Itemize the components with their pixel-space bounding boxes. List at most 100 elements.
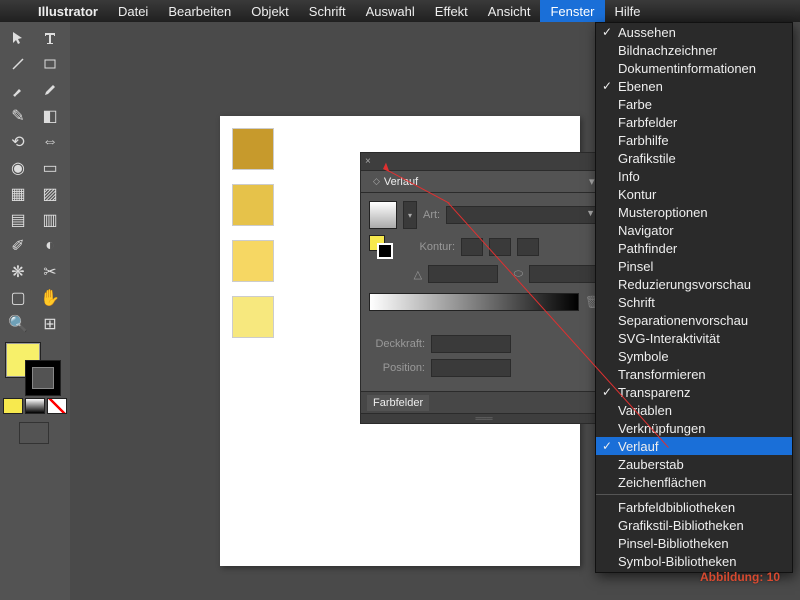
gradient-aspect-input[interactable] [529, 265, 599, 283]
farbfelder-tab[interactable]: Farbfelder [367, 395, 429, 411]
fill-stroke-swatch[interactable] [3, 342, 67, 396]
menu-item-farbe[interactable]: Farbe [596, 95, 792, 113]
menu-hilfe[interactable]: Hilfe [605, 0, 651, 22]
menu-item-farbfeldbibliotheken[interactable]: Farbfeldbibliotheken [596, 498, 792, 516]
zoom-tool[interactable]: 🔍 [3, 312, 33, 336]
sample-swatch-1 [232, 128, 274, 170]
blend-tool[interactable]: ◐ [35, 234, 65, 258]
verlauf-tab[interactable]: ◇Verlauf [367, 174, 424, 190]
panel-fill-stroke[interactable] [369, 235, 393, 259]
stroke-swatch[interactable] [25, 360, 61, 396]
chip-color[interactable] [3, 398, 23, 414]
menu-item-kontur[interactable]: Kontur [596, 185, 792, 203]
eyedropper-tool[interactable]: ✐ [3, 234, 33, 258]
menu-item-bildnachzeichner[interactable]: Bildnachzeichner [596, 41, 792, 59]
menu-item-symbole[interactable]: Symbole [596, 347, 792, 365]
menu-item-variablen[interactable]: Variablen [596, 401, 792, 419]
panel-collapse-icon[interactable]: × [365, 156, 371, 167]
menu-item-zauberstab[interactable]: Zauberstab [596, 455, 792, 473]
symbol-sprayer-tool[interactable]: ❋ [3, 260, 33, 284]
blob-brush-tool[interactable]: ✎ [3, 104, 33, 128]
menu-item-schrift[interactable]: Schrift [596, 293, 792, 311]
panel-header[interactable]: × « [361, 153, 607, 171]
mesh-tool[interactable]: ▨ [35, 182, 65, 206]
menu-item-musteroptionen[interactable]: Musteroptionen [596, 203, 792, 221]
menu-item-grafikstile[interactable]: Grafikstile [596, 149, 792, 167]
menu-item-pinsel-bibliotheken[interactable]: Pinsel-Bibliotheken [596, 534, 792, 552]
column-graph-tool[interactable]: ▥ [35, 208, 65, 232]
kontur-label: Kontur: [399, 241, 455, 253]
width-tool[interactable]: ⇔ [35, 130, 65, 154]
gradient-angle-input[interactable] [428, 265, 498, 283]
angle-icon: △ [369, 268, 422, 281]
panel-resize-grip[interactable]: ═══ [361, 413, 607, 423]
rectangle-tool[interactable] [35, 52, 65, 76]
position-label: Position: [369, 362, 425, 374]
menu-item-info[interactable]: Info [596, 167, 792, 185]
fenster-dropdown: AussehenBildnachzeichnerDokumentinformat… [595, 22, 793, 573]
slice-tool[interactable]: ✂ [35, 260, 65, 284]
color-mode-chips [3, 398, 67, 414]
art-label: Art: [423, 209, 440, 221]
artboard-tool[interactable]: ▢ [3, 286, 33, 310]
screen-mode-button[interactable] [19, 422, 49, 444]
opacity-input[interactable] [431, 335, 511, 353]
menu-item-zeichenfl-chen[interactable]: Zeichenflächen [596, 473, 792, 491]
shape-builder-tool[interactable]: ◉ [3, 156, 33, 180]
pencil-tool[interactable] [35, 78, 65, 102]
stroke-align-1[interactable] [461, 238, 483, 256]
perspective-tool[interactable]: ▦ [3, 182, 33, 206]
menu-datei[interactable]: Datei [108, 0, 158, 22]
menu-item-reduzierungsvorschau[interactable]: Reduzierungsvorschau [596, 275, 792, 293]
gradient-tool[interactable]: ▤ [3, 208, 33, 232]
menu-fenster[interactable]: Fenster [540, 0, 604, 22]
menu-item-separationenvorschau[interactable]: Separationenvorschau [596, 311, 792, 329]
menu-item-pinsel[interactable]: Pinsel [596, 257, 792, 275]
type-tool[interactable] [35, 26, 65, 50]
farbfelder-tab-label: Farbfelder [373, 397, 423, 409]
menu-item-ebenen[interactable]: Ebenen [596, 77, 792, 95]
gradient-preview[interactable] [369, 201, 397, 229]
chip-gradient[interactable] [25, 398, 45, 414]
menu-item-svg-interaktivit-t[interactable]: SVG-Interaktivität [596, 329, 792, 347]
position-input[interactable] [431, 359, 511, 377]
gradient-ramp[interactable] [369, 293, 579, 311]
menu-item-farbfelder[interactable]: Farbfelder [596, 113, 792, 131]
menu-bearbeiten[interactable]: Bearbeiten [158, 0, 241, 22]
rotate-tool[interactable]: ⟲ [3, 130, 33, 154]
sample-swatch-3 [232, 240, 274, 282]
menu-item-transformieren[interactable]: Transformieren [596, 365, 792, 383]
menu-objekt[interactable]: Objekt [241, 0, 299, 22]
gradient-type-select[interactable]: ▼ [446, 206, 599, 224]
tools-panel: ✎◧ ⟲⇔ ◉▭ ▦▨ ▤▥ ✐◐ ❋✂ ▢✋ 🔍⊞ [0, 22, 70, 600]
menu-ansicht[interactable]: Ansicht [478, 0, 541, 22]
menu-item-verlauf[interactable]: Verlauf [596, 437, 792, 455]
gradient-preset-dropdown[interactable]: ▾ [403, 201, 417, 229]
sample-swatch-4 [232, 296, 274, 338]
menu-item-farbhilfe[interactable]: Farbhilfe [596, 131, 792, 149]
eraser-tool[interactable]: ◧ [35, 104, 65, 128]
menu-effekt[interactable]: Effekt [425, 0, 478, 22]
app-name[interactable]: Illustrator [28, 4, 108, 19]
hand-tool[interactable]: ✋ [35, 286, 65, 310]
paintbrush-tool[interactable] [3, 78, 33, 102]
print-tiling-tool[interactable]: ⊞ [35, 312, 65, 336]
free-transform-tool[interactable]: ▭ [35, 156, 65, 180]
line-tool[interactable] [3, 52, 33, 76]
deckkraft-label: Deckkraft: [369, 338, 425, 350]
gradient-panel: × « ◇Verlauf ▾≡ ▾ Art: ▼ Kontur: △ ⬭ 🗑 [360, 152, 608, 424]
menu-item-navigator[interactable]: Navigator [596, 221, 792, 239]
panel-expand-icon[interactable]: ◇ [373, 176, 380, 187]
menu-item-verkn-pfungen[interactable]: Verknüpfungen [596, 419, 792, 437]
menu-item-symbol-bibliotheken[interactable]: Symbol-Bibliotheken [596, 552, 792, 570]
menu-item-grafikstil-bibliotheken[interactable]: Grafikstil-Bibliotheken [596, 516, 792, 534]
menu-item-dokumentinformationen[interactable]: Dokumentinformationen [596, 59, 792, 77]
menu-item-aussehen[interactable]: Aussehen [596, 23, 792, 41]
stroke-align-3[interactable] [517, 238, 539, 256]
menu-schrift[interactable]: Schrift [299, 0, 356, 22]
chip-none[interactable] [47, 398, 67, 414]
menu-auswahl[interactable]: Auswahl [356, 0, 425, 22]
swatch-column [232, 128, 274, 338]
selection-tool[interactable] [3, 26, 33, 50]
menu-item-pathfinder[interactable]: Pathfinder [596, 239, 792, 257]
